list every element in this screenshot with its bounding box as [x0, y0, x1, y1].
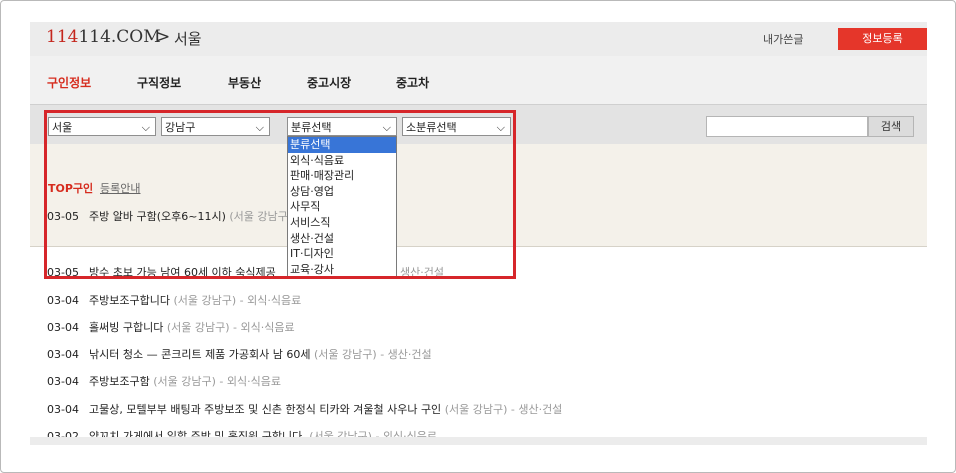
chevron-down-icon: ⌵	[255, 121, 264, 134]
nav-used-market[interactable]: 중고시장	[307, 74, 351, 91]
post-title: 주방보조구합니다	[89, 294, 170, 307]
region-select[interactable]: 서울 ⌵	[48, 117, 156, 136]
post-meta: (서울 강남구) - 외식·식음료	[173, 294, 302, 307]
list-item[interactable]: 03-04 주방보조구합니다 (서울 강남구) - 외식·식음료	[47, 292, 301, 308]
post-date: 03-04	[47, 321, 79, 334]
category-select[interactable]: 분류선택 ⌵	[287, 117, 397, 136]
post-title: 고물상, 모텔부부 배팅과 주방보조 및 신촌 한정식 티카와 겨울철 사우나 …	[89, 403, 442, 416]
dropdown-option[interactable]: 교육·강사	[288, 262, 396, 278]
post-date: 03-04	[47, 294, 79, 307]
registration-guide-link[interactable]: 등록안내	[100, 180, 140, 196]
list-item[interactable]: 03-04 홀써빙 구합니다 (서울 강남구) - 외식·식음료	[47, 319, 295, 335]
chevron-down-icon: ⌵	[382, 121, 391, 134]
list-item[interactable]: 03-04 낚시터 청소 — 콘크리트 제품 가공회사 남 60세 (서울 강남구…	[47, 346, 432, 362]
breadcrumb-separator: >	[156, 27, 171, 47]
district-select[interactable]: 강남구 ⌵	[161, 117, 270, 136]
dropdown-option[interactable]: 상담·영업	[288, 184, 396, 200]
post-title: 주방보조구함	[89, 375, 150, 388]
dropdown-option[interactable]: 생산·건설	[288, 231, 396, 247]
post-meta: (서울 강남구) - 생산·건설	[314, 348, 432, 361]
nav-job-seeking[interactable]: 구직정보	[137, 74, 181, 91]
post-title: 방수 초보 가능 남여 60세 이하 숙식제공	[89, 266, 276, 279]
dropdown-option[interactable]: 분류선택	[288, 137, 396, 153]
main-nav: 구인정보 구직정보 부동산 중고시장 중고차	[30, 56, 927, 104]
list-item[interactable]: 03-04 고물상, 모텔부부 배팅과 주방보조 및 신촌 한정식 티카와 겨울철…	[47, 401, 562, 417]
breadcrumb-region[interactable]: 서울	[174, 28, 202, 49]
district-select-value: 강남구	[165, 121, 196, 134]
search-button[interactable]: 검색	[868, 116, 914, 137]
page: 114114.COM > 서울 내가쓴글 정보등록 구인정보 구직정보 부동산 …	[30, 22, 927, 445]
list-item[interactable]: 03-05 주방 알바 구함(오후6~11시) (서울 강남구	[47, 208, 288, 224]
post-title: 낚시터 청소 — 콘크리트 제품 가공회사 남 60세	[89, 348, 311, 361]
search-input[interactable]	[706, 116, 868, 137]
nav-used-cars[interactable]: 중고차	[396, 74, 429, 91]
post-date: 03-04	[47, 375, 79, 388]
post-date: 03-04	[47, 403, 79, 416]
chevron-down-icon: ⌵	[141, 121, 150, 134]
dropdown-option[interactable]: 판매·매장관리	[288, 168, 396, 184]
post-meta: (서울 강남구) - 외식·식음료	[166, 321, 295, 334]
list-item[interactable]: 03-05 방수 초보 가능 남여 60세 이하 숙식제공 생산·건설	[47, 264, 444, 280]
region-select-value: 서울	[52, 121, 73, 134]
post-title: 홀써빙 구합니다	[89, 321, 164, 334]
nav-job-offers[interactable]: 구인정보	[47, 74, 91, 91]
logo-red-part: 114	[46, 27, 79, 47]
post-meta: (서울 강남구) - 외식·식음료	[153, 375, 281, 388]
dropdown-option[interactable]: 사무직	[288, 199, 396, 215]
subcategory-select[interactable]: 소분류선택 ⌵	[402, 117, 511, 136]
post-meta: (서울 강남구) - 생산·건설	[444, 403, 563, 416]
my-posts-link[interactable]: 내가쓴글	[763, 31, 803, 47]
top-listings-section: TOP구인 등록안내 03-05 주방 알바 구함(오후6~11시) (서울 강남…	[30, 144, 927, 247]
dropdown-option[interactable]: IT·디자인	[288, 246, 396, 262]
post-date: 03-05	[47, 210, 79, 223]
post-title: 주방 알바 구함(오후6~11시)	[89, 210, 226, 223]
post-meta: (서울 강남구	[229, 210, 288, 223]
chevron-down-icon: ⌵	[496, 121, 505, 134]
post-meta: 생산·건설	[400, 266, 444, 279]
site-header: 114114.COM > 서울 내가쓴글 정보등록	[30, 22, 927, 56]
nav-real-estate[interactable]: 부동산	[228, 74, 261, 91]
logo-black-part: 114.COM	[78, 27, 161, 47]
bottom-strip	[30, 437, 927, 445]
register-button[interactable]: 정보등록	[838, 28, 927, 50]
dropdown-option[interactable]: 서비스직	[288, 215, 396, 231]
top-listings-title: TOP구인	[48, 182, 94, 195]
post-date: 03-04	[47, 348, 79, 361]
search-bar: 서울 ⌵ 강남구 ⌵ 분류선택 ⌵ 소분류선택 ⌵ 검색	[30, 104, 927, 145]
post-date: 03-05	[47, 266, 79, 279]
subcategory-select-value: 소분류선택	[406, 121, 457, 134]
list-item[interactable]: 03-04 주방보조구함 (서울 강남구) - 외식·식음료	[47, 373, 281, 389]
site-logo[interactable]: 114114.COM	[46, 27, 161, 47]
category-dropdown-list: 분류선택 외식·식음료 판매·매장관리 상담·영업 사무직 서비스직 생산·건설…	[287, 136, 397, 278]
category-select-value: 분류선택	[291, 121, 332, 134]
dropdown-option[interactable]: 외식·식음료	[288, 153, 396, 169]
